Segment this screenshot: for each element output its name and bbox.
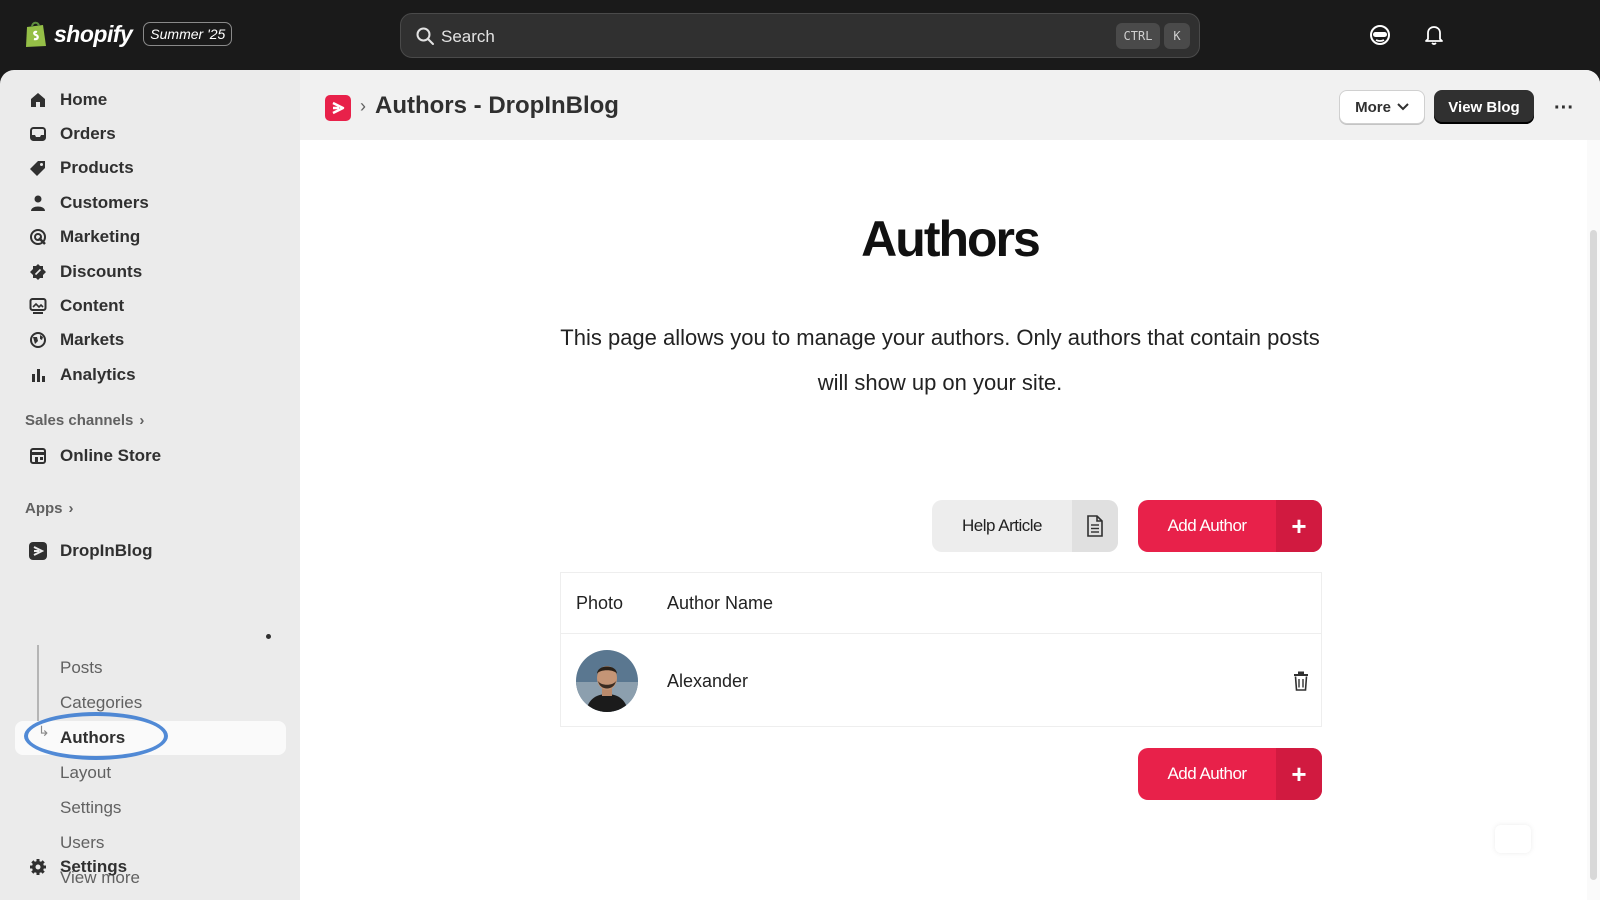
search-placeholder: Search: [441, 27, 495, 46]
dropinblog-app-icon[interactable]: [325, 95, 351, 121]
breadcrumb-chevron-icon: ›: [360, 96, 366, 116]
inbox-icon: [28, 124, 48, 144]
subnav-categories[interactable]: Categories: [60, 693, 142, 713]
sidebar-item-products[interactable]: Products: [28, 153, 134, 183]
chat-icon[interactable]: [1495, 825, 1531, 853]
apps-heading[interactable]: Apps ›: [25, 500, 74, 517]
help-article-button[interactable]: Help Article: [932, 500, 1118, 552]
sidebar-item-label: Home: [60, 90, 108, 109]
add-author-label: Add Author: [1167, 516, 1247, 535]
page-header: › Authors - DropInBlog More View Blog ··…: [300, 70, 1600, 140]
apps-label: Apps: [25, 500, 63, 517]
search-bar[interactable]: Search CTRL K: [400, 13, 1200, 58]
search-icon: [416, 27, 434, 45]
table-divider: [561, 633, 1321, 634]
sidebar-item-markets[interactable]: Markets: [28, 325, 124, 355]
content-description: This page allows you to manage your auth…: [560, 325, 1320, 395]
pin-dot-icon[interactable]: [266, 634, 271, 639]
store-icon: [28, 446, 48, 466]
sidebar-item-content[interactable]: Content: [28, 291, 124, 321]
sales-channels-heading[interactable]: Sales channels ›: [25, 412, 144, 429]
document-icon: [1072, 500, 1118, 552]
author-avatar: [576, 650, 638, 712]
shortcut-ctrl: CTRL: [1116, 23, 1160, 49]
more-label: More: [1355, 98, 1391, 116]
main-panel: › Authors - DropInBlog More View Blog ··…: [300, 70, 1600, 900]
add-author-label: Add Author: [1167, 764, 1247, 783]
sidebar-item-label: Analytics: [60, 365, 136, 384]
view-blog-button[interactable]: View Blog: [1434, 90, 1534, 124]
sidebar-item-label: Products: [60, 158, 134, 177]
trash-icon[interactable]: [1292, 671, 1310, 691]
plus-icon: +: [1276, 748, 1322, 800]
sidebar-item-dropinblog[interactable]: DropInBlog: [28, 536, 153, 566]
target-icon: [28, 227, 48, 247]
author-name[interactable]: Alexander: [667, 671, 748, 692]
column-header-author-name: Author Name: [667, 593, 774, 613]
shopify-bag-icon: [24, 20, 48, 48]
sidebar-item-analytics[interactable]: Analytics: [28, 360, 136, 390]
sidebar-item-home[interactable]: Home: [28, 85, 107, 115]
sidebar: Home Orders Products Customers Marketing…: [0, 70, 300, 900]
subnav-settings[interactable]: Settings: [60, 798, 121, 818]
brand-name: shopify: [54, 20, 133, 47]
sidebar-item-label: Markets: [60, 330, 125, 349]
sidebar-item-customers[interactable]: Customers: [28, 188, 149, 218]
sidebar-item-orders[interactable]: Orders: [28, 119, 116, 149]
subnav-posts[interactable]: Posts: [60, 658, 103, 678]
sidebar-item-label: Customers: [60, 193, 149, 212]
tag-icon: [28, 158, 48, 178]
scrollbar-thumb[interactable]: [1590, 230, 1597, 880]
content-heading: Authors: [861, 211, 1041, 267]
sidebar-item-marketing[interactable]: Marketing: [28, 222, 140, 252]
edition-badge[interactable]: Summer '25: [143, 22, 233, 46]
gear-icon: [28, 857, 48, 877]
home-icon: [28, 90, 48, 110]
top-bar: shopify Summer '25 Search CTRL K: [0, 0, 1600, 70]
sidebar-item-online-store[interactable]: Online Store: [28, 441, 161, 471]
sidebar-item-discounts[interactable]: Discounts: [28, 257, 142, 287]
sidebar-item-settings[interactable]: Settings: [28, 852, 127, 882]
more-actions-button[interactable]: More: [1339, 90, 1425, 124]
dropinblog-icon: [28, 541, 48, 561]
subnav-users[interactable]: Users: [60, 833, 104, 853]
more-horizontal-icon[interactable]: ···: [1550, 94, 1578, 122]
sidebar-item-label: Settings: [60, 857, 128, 876]
add-author-button-bottom[interactable]: Add Author +: [1138, 748, 1322, 800]
sidebar-item-label: DropInBlog: [60, 541, 153, 560]
person-icon: [28, 193, 48, 213]
chevron-down-icon: [1397, 103, 1409, 111]
sidebar-item-label: Online Store: [60, 446, 162, 465]
add-author-button[interactable]: Add Author +: [1138, 500, 1322, 552]
authors-table: Photo Author Name Alexander: [560, 572, 1322, 727]
plus-icon: +: [1276, 500, 1322, 552]
discount-icon: [28, 262, 48, 282]
sidebar-item-label: Discounts: [60, 262, 143, 281]
help-article-label: Help Article: [962, 516, 1042, 535]
subnav-line: [37, 645, 39, 732]
content-icon: [28, 296, 48, 316]
bell-icon[interactable]: [1422, 23, 1446, 47]
sales-channels-label: Sales channels: [25, 412, 134, 429]
sidebar-item-label: Content: [60, 296, 125, 315]
sidebar-item-label: Orders: [60, 124, 116, 143]
chevron-right-icon: ›: [68, 500, 74, 517]
bar-chart-icon: [28, 365, 48, 385]
column-header-photo: Photo: [576, 593, 624, 613]
sidekick-icon[interactable]: [1368, 23, 1392, 47]
highlight-annotation: [24, 712, 168, 760]
shopify-logo[interactable]: shopify Summer '25: [24, 20, 233, 48]
subnav-layout[interactable]: Layout: [60, 763, 111, 783]
chevron-right-icon: ›: [139, 412, 145, 429]
sidebar-item-label: Marketing: [60, 227, 141, 246]
page-title: Authors - DropInBlog: [375, 92, 619, 119]
globe-icon: [28, 330, 48, 350]
shortcut-k: K: [1164, 23, 1190, 49]
